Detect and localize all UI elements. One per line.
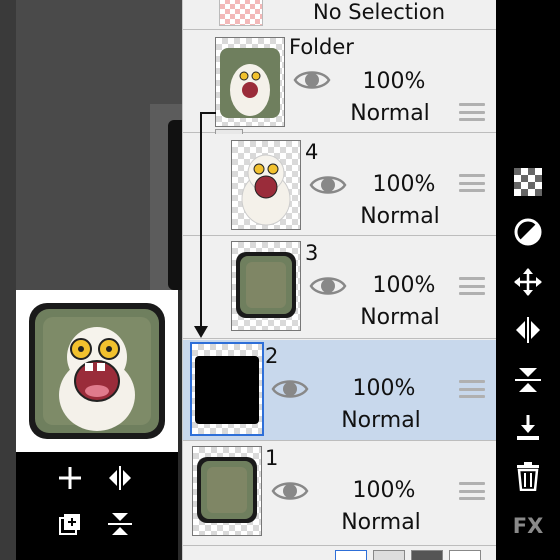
merge-down-icon[interactable] xyxy=(496,408,560,448)
layer-blend-mode[interactable]: Normal xyxy=(345,204,455,229)
layer-opacity: 100% xyxy=(352,478,416,503)
layer-name: 3 xyxy=(305,241,319,265)
monster-artwork xyxy=(29,303,165,439)
move-icon[interactable] xyxy=(496,262,560,302)
transparency-checker-icon[interactable] xyxy=(496,162,560,202)
layer-opacity: 100% xyxy=(372,172,436,197)
layer-row-1[interactable]: 1 100% Normal xyxy=(183,442,497,546)
visibility-eye-icon[interactable] xyxy=(271,376,309,402)
layer-row-2[interactable]: 2 100% Normal xyxy=(183,340,497,441)
flip-vertical-icon[interactable] xyxy=(496,360,560,400)
layer-blend-mode[interactable]: Normal xyxy=(335,101,445,126)
layer-preview xyxy=(16,290,178,452)
flip-vertical-icon[interactable] xyxy=(104,508,136,540)
mini-thumb[interactable] xyxy=(411,550,443,560)
layer-opacity: 100% xyxy=(352,376,416,401)
layer-row-4[interactable]: 4 100% Normal xyxy=(183,134,497,236)
app-stage: No Selection Folder 100% Normal 4 100% N… xyxy=(0,0,560,560)
mini-thumb[interactable] xyxy=(335,550,367,560)
layer-opacity: 100% xyxy=(362,69,426,94)
drag-handle-icon[interactable] xyxy=(459,174,485,192)
layer-opacity: 100% xyxy=(372,273,436,298)
layer-thumbnail xyxy=(192,446,262,536)
left-edge-strip xyxy=(0,0,16,560)
layer-name: 1 xyxy=(265,446,279,470)
visibility-eye-icon[interactable] xyxy=(309,273,347,299)
connector-arrow-icon xyxy=(194,326,208,338)
layer-thumbnail xyxy=(231,241,301,331)
layer-row-3[interactable]: 3 100% Normal xyxy=(183,237,497,339)
visibility-eye-icon[interactable] xyxy=(309,172,347,198)
selection-thumbnail xyxy=(219,0,263,26)
layer-thumbnail xyxy=(190,342,264,436)
layer-blend-mode[interactable]: Normal xyxy=(326,510,436,535)
mini-thumb[interactable] xyxy=(449,550,481,560)
canvas-tools xyxy=(16,452,178,560)
flip-horizontal-icon[interactable] xyxy=(496,310,560,350)
layers-panel: No Selection Folder 100% Normal 4 100% N… xyxy=(182,0,497,560)
fx-label: FX xyxy=(512,514,544,538)
duplicate-layer-icon[interactable] xyxy=(54,508,86,540)
trash-icon[interactable] xyxy=(496,456,560,496)
right-toolbar: FX xyxy=(496,0,560,560)
folder-connector-top xyxy=(200,112,216,114)
layer-row-folder[interactable]: Folder 100% Normal xyxy=(183,31,497,151)
layer-blend-mode[interactable]: Normal xyxy=(345,305,455,330)
fx-button[interactable]: FX xyxy=(496,506,560,546)
layer-thumbnail xyxy=(231,140,301,230)
layer-name: 2 xyxy=(265,344,279,368)
visibility-eye-icon[interactable] xyxy=(293,67,331,93)
layer-name: 4 xyxy=(305,140,319,164)
folder-connector-line xyxy=(200,112,202,332)
drag-handle-icon[interactable] xyxy=(459,277,485,295)
mini-thumb[interactable] xyxy=(373,550,405,560)
drag-handle-icon[interactable] xyxy=(459,103,485,121)
visibility-eye-icon[interactable] xyxy=(271,478,309,504)
panel-bottom-strip xyxy=(183,548,497,560)
drag-handle-icon[interactable] xyxy=(459,482,485,500)
canvas-artwork-edge xyxy=(168,120,182,290)
flip-horizontal-icon[interactable] xyxy=(104,462,136,494)
layer-thumbnail xyxy=(215,37,285,127)
layer-name: Folder xyxy=(289,35,354,59)
selection-layer-row[interactable]: No Selection xyxy=(183,0,497,30)
canvas-area[interactable] xyxy=(0,0,182,290)
add-layer-icon[interactable] xyxy=(54,462,86,494)
layer-blend-mode[interactable]: Normal xyxy=(326,408,436,433)
adjust-contrast-icon[interactable] xyxy=(496,212,560,252)
drag-handle-icon[interactable] xyxy=(459,380,485,398)
selection-label: No Selection xyxy=(313,0,446,24)
